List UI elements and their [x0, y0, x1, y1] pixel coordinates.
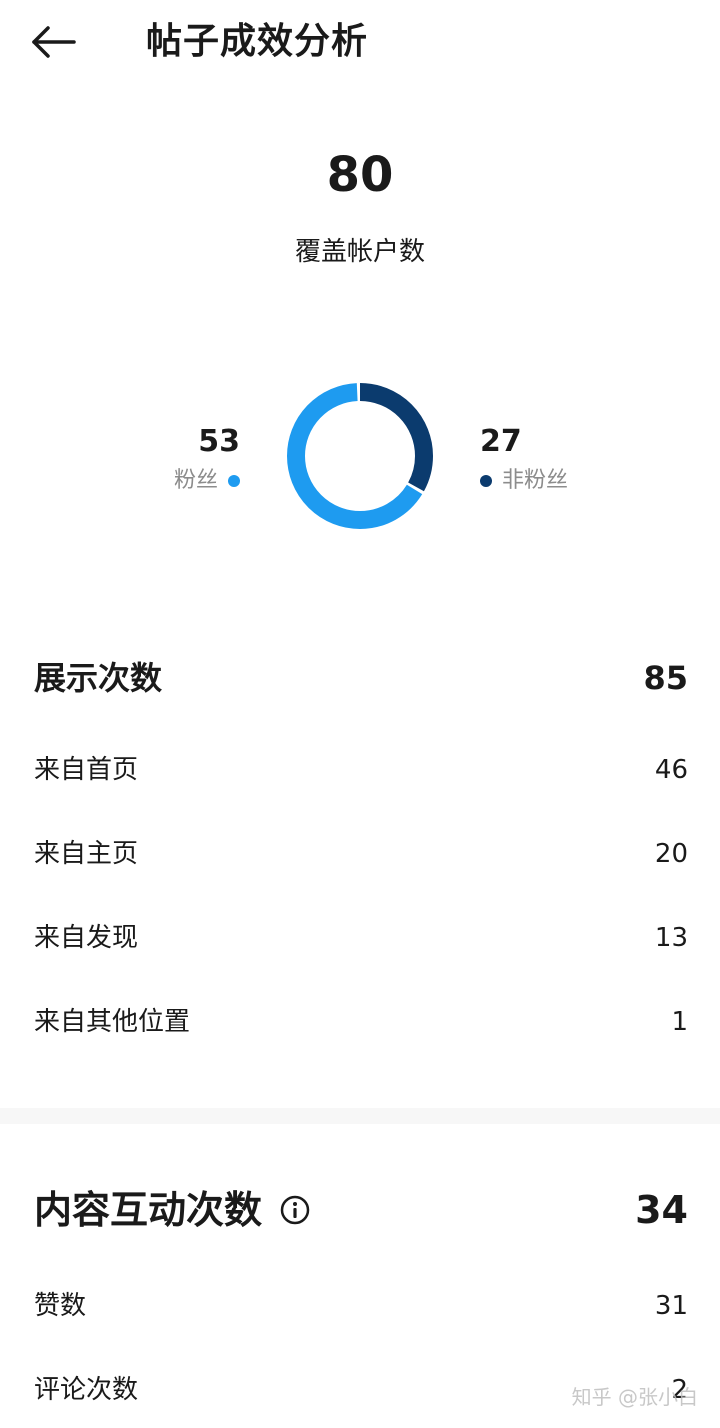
impressions-row-value: 1 — [671, 1007, 688, 1037]
followers-legend-dot — [228, 475, 240, 487]
accounts-reached-label: 覆盖帐户数 — [294, 237, 425, 267]
impressions-row-label: 来自首页 — [34, 755, 139, 785]
page-title: 帖子成效分析 — [146, 21, 369, 62]
impressions-row: 来自其他位置 1 — [0, 992, 720, 1052]
section-divider — [0, 1108, 720, 1124]
back-button[interactable] — [22, 14, 86, 70]
impressions-header: 展示次数 85 — [0, 650, 720, 706]
followers-value: 53 — [198, 424, 240, 459]
interactions-total: 34 — [635, 1188, 688, 1232]
interactions-header: 内容互动次数 34 — [0, 1180, 720, 1240]
non-followers-value: 27 — [480, 424, 522, 459]
followers-stat: 53 粉丝 — [174, 420, 240, 498]
impressions-row-label: 来自主页 — [34, 839, 139, 869]
impressions-row-label: 来自其他位置 — [34, 1007, 191, 1037]
info-icon[interactable] — [280, 1195, 310, 1225]
top-bar: 帖子成效分析 — [0, 0, 720, 84]
interactions-row: 赞数 31 — [0, 1276, 720, 1336]
impressions-row: 来自主页 20 — [0, 824, 720, 884]
followers-label: 粉丝 — [173, 468, 218, 493]
info-circle-icon — [280, 1195, 310, 1225]
interactions-title: 内容互动次数 — [34, 1188, 263, 1232]
impressions-row-label: 来自发现 — [34, 923, 139, 953]
impressions-row-value: 46 — [654, 755, 688, 785]
impressions-title: 展示次数 — [34, 659, 163, 697]
interactions-row-label: 赞数 — [34, 1291, 87, 1321]
non-followers-legend-dot — [480, 475, 492, 487]
interactions-row-value: 31 — [654, 1291, 688, 1321]
accounts-reached-value: 80 — [326, 147, 394, 203]
impressions-row-value: 20 — [654, 839, 688, 869]
impressions-row: 来自首页 46 — [0, 740, 720, 800]
audience-donut-chart — [287, 383, 433, 529]
arrow-left-icon — [32, 26, 76, 58]
impressions-row: 来自发现 13 — [0, 908, 720, 968]
impressions-row-value: 13 — [654, 923, 688, 953]
impressions-total: 85 — [643, 659, 688, 697]
interactions-row-label: 评论次数 — [34, 1375, 139, 1405]
non-followers-label: 非粉丝 — [502, 468, 569, 493]
watermark: 知乎 @张小白 — [571, 1385, 698, 1409]
non-followers-stat: 27 非粉丝 — [480, 420, 568, 498]
